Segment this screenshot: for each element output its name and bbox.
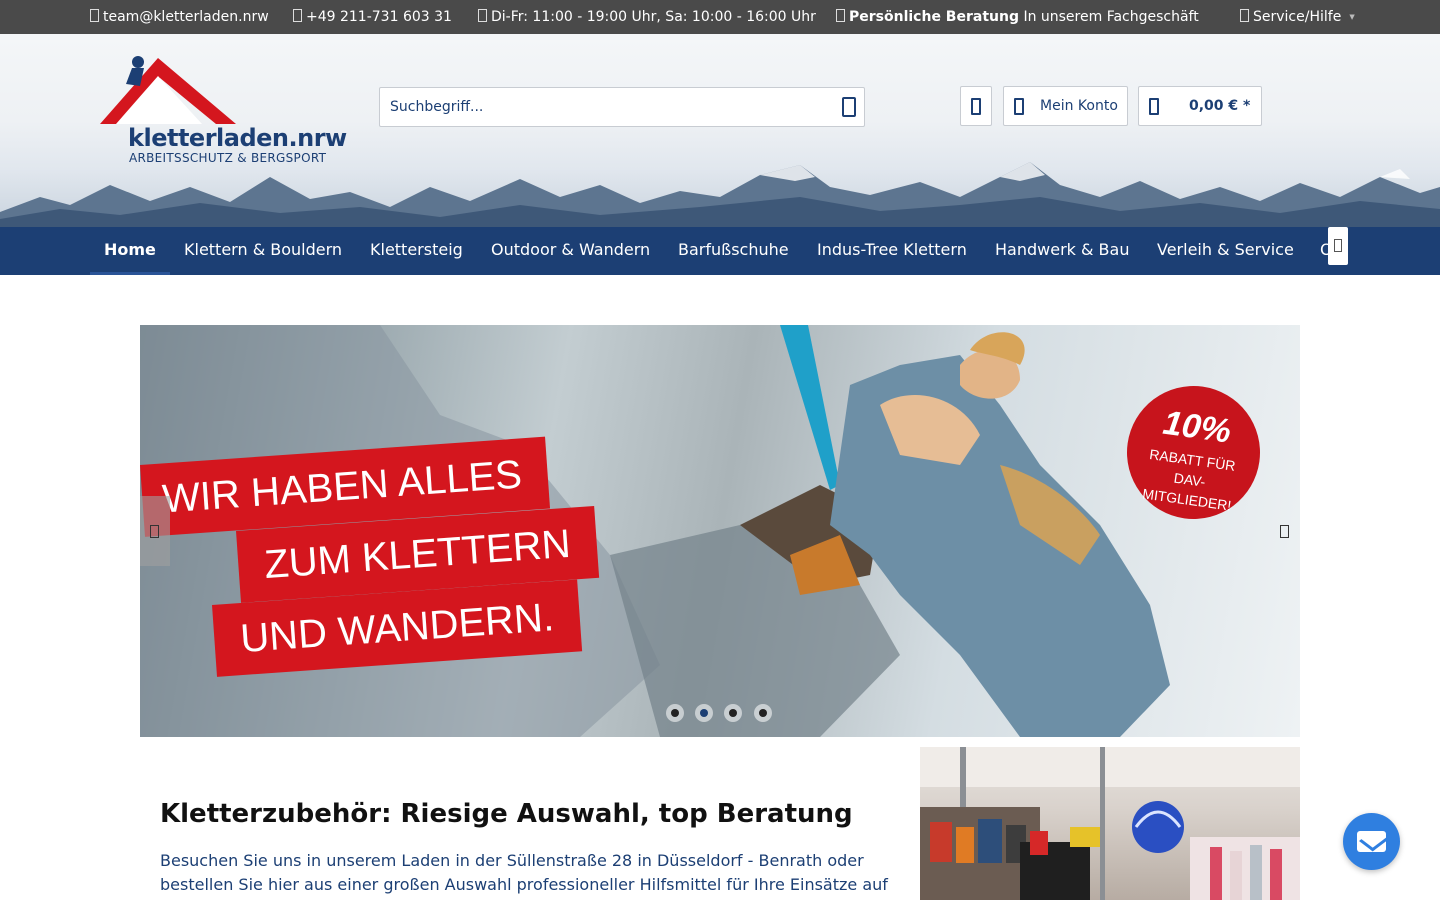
phone-text: +49 211-731 603 31 (306, 9, 452, 25)
intro-text: Besuchen Sie uns in unserem Laden in der… (160, 851, 888, 894)
page-title: Kletterzubehör: Riesige Auswahl, top Ber… (160, 799, 853, 829)
slider-dot-1[interactable] (666, 704, 684, 722)
service-label: Service/Hilfe (1253, 9, 1342, 25)
advice-bold: Persönliche Beratung (849, 9, 1019, 25)
phone-link[interactable]: +49 211-731 603 31 (293, 8, 452, 26)
slider-next-button[interactable] (1270, 496, 1300, 566)
nav-item-handwerk-bau[interactable]: Handwerk & Bau (995, 227, 1129, 275)
heart-icon (971, 98, 981, 115)
opening-hours-text: Di-Fr: 11:00 - 19:00 Uhr, Sa: 10:00 - 16… (491, 9, 816, 25)
slider-dot-4[interactable] (754, 704, 772, 722)
logo-wordmark: kletterladen.nrw (128, 124, 347, 152)
search-icon[interactable] (842, 97, 856, 117)
account-button[interactable]: Mein Konto (1003, 86, 1128, 126)
chevron-down-icon: ▼ (1349, 13, 1355, 21)
nav-item-verleih-service[interactable]: Verleih & Service (1157, 227, 1294, 275)
chat-icon (836, 9, 845, 22)
logo-mountain-icon (100, 56, 236, 124)
cart-button[interactable]: 0,00 € * (1138, 86, 1262, 126)
nav-item-klettersteig[interactable]: Klettersteig (370, 227, 463, 275)
phone-icon (293, 9, 302, 22)
nav-item-barfussschuhe[interactable]: Barfußschuhe (678, 227, 789, 275)
slider-prev-button[interactable] (140, 496, 170, 566)
main-nav: Home Klettern & Bouldern Klettersteig Ou… (0, 227, 1440, 275)
contact-button[interactable] (1343, 813, 1400, 870)
search-input[interactable] (380, 88, 820, 126)
nav-item-outdoor-wandern[interactable]: Outdoor & Wandern (491, 227, 650, 275)
chevron-left-icon (150, 525, 159, 538)
site-logo[interactable]: kletterladen.nrw ARBEITSSCHUTZ & BERGSPO… (98, 54, 347, 169)
hero-slider: WIR HABEN ALLES ZUM KLETTERN UND WANDERN… (140, 325, 1300, 737)
store-photo (920, 747, 1300, 900)
slider-dots (666, 704, 786, 722)
cart-total: 0,00 € * (1189, 98, 1251, 114)
opening-hours: Di-Fr: 11:00 - 19:00 Uhr, Sa: 10:00 - 16… (478, 8, 816, 26)
top-bar: team@kletterladen.nrw +49 211-731 603 31… (0, 0, 1440, 34)
envelope-icon (1357, 831, 1386, 852)
nav-item-overflow[interactable]: O (1320, 227, 1328, 275)
wishlist-button[interactable] (960, 86, 992, 126)
nav-item-klettern-bouldern[interactable]: Klettern & Bouldern (184, 227, 342, 275)
clock-icon (478, 9, 487, 22)
envelope-icon (90, 9, 99, 22)
advice-rest: In unserem Fachgeschäft (1023, 9, 1199, 25)
email-link[interactable]: team@kletterladen.nrw (90, 8, 269, 26)
account-label: Mein Konto (1040, 98, 1118, 114)
user-icon (1014, 98, 1024, 115)
nav-item-indus-tree[interactable]: Indus-Tree Klettern (817, 227, 967, 275)
email-text: team@kletterladen.nrw (103, 9, 269, 25)
advice-info: Persönliche Beratung In unserem Fachgesc… (836, 8, 1199, 26)
info-icon (1240, 9, 1249, 22)
site-header: kletterladen.nrw ARBEITSSCHUTZ & BERGSPO… (0, 34, 1440, 227)
store-photo-drawing (920, 747, 1300, 900)
search-box (379, 87, 865, 127)
bag-icon (1149, 98, 1159, 115)
nav-item-home[interactable]: Home (90, 227, 170, 275)
logo-tagline: ARBEITSSCHUTZ & BERGSPORT (129, 151, 327, 165)
slider-dot-2[interactable] (695, 704, 713, 722)
slider-dot-3[interactable] (724, 704, 742, 722)
chevron-right-icon (1334, 239, 1342, 252)
nav-more-button[interactable] (1328, 227, 1348, 265)
service-menu[interactable]: Service/Hilfe ▼ (1240, 8, 1355, 26)
chevron-right-icon (1280, 525, 1289, 538)
